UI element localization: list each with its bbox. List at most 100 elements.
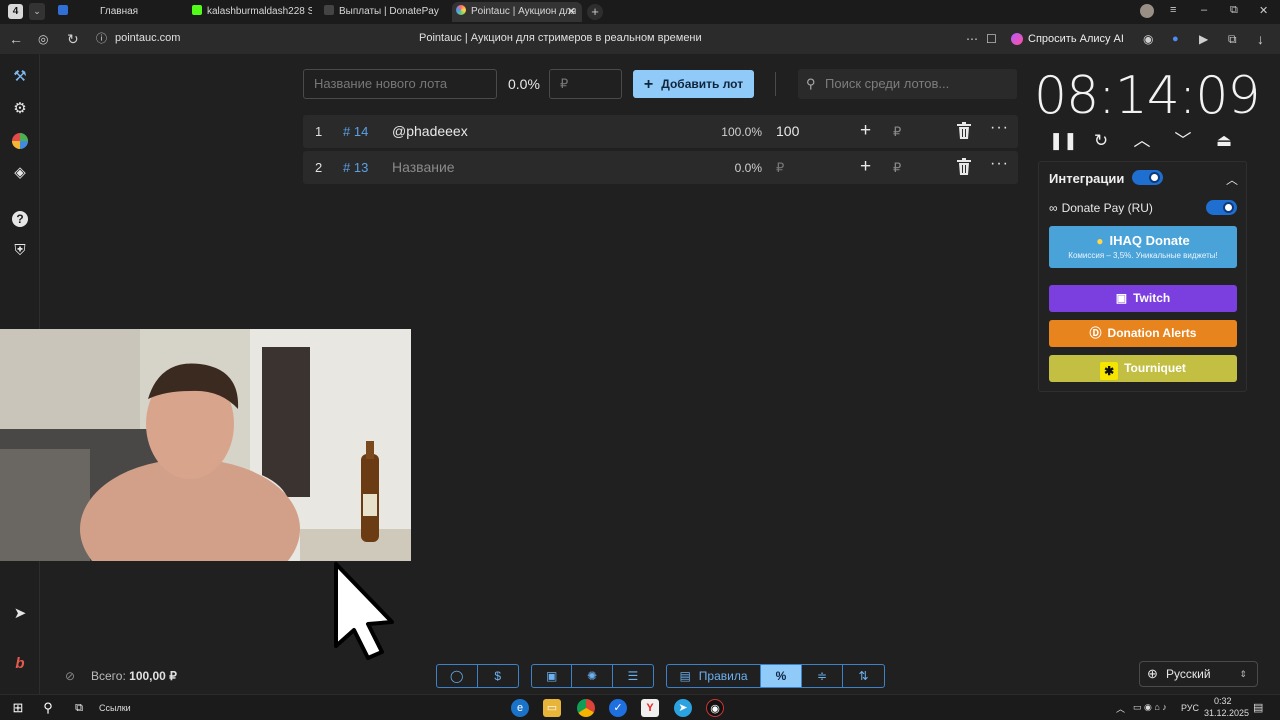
new-tab-button[interactable]: + <box>587 4 603 20</box>
increase-time-icon[interactable]: ︿ <box>1131 130 1153 152</box>
lot-row[interactable]: 1 # 14 @phadeeex 100.0% 100 + ₽ ··· <box>303 115 1018 148</box>
lot-index: 1 <box>315 124 323 139</box>
tray-chevron-icon[interactable]: ︿ <box>1116 702 1125 715</box>
profile-avatar[interactable] <box>1140 4 1154 18</box>
integrations-title: Интеграции <box>1049 171 1125 186</box>
bug-icon[interactable]: ✺ <box>572 665 613 687</box>
input-language[interactable]: РУС <box>1181 703 1199 713</box>
ihaq-donate-button[interactable]: ● IHAQ Donate Комиссия – 3,5%. Уникальные… <box>1049 226 1237 268</box>
lot-amount[interactable]: 100 <box>776 123 799 139</box>
obs-icon[interactable]: ◉ <box>706 699 724 717</box>
lot-name[interactable]: @phadeeex <box>392 123 468 139</box>
tab-count-badge[interactable]: 4 <box>8 4 23 19</box>
windows-start-icon[interactable]: ⊞ <box>9 699 27 717</box>
app-icon[interactable]: ✓ <box>609 699 627 717</box>
ask-alice-button[interactable]: Спросить Алису AI <box>1008 29 1130 49</box>
hide-eye-icon[interactable]: ⊘ <box>65 669 75 683</box>
delete-trash-icon[interactable] <box>957 122 971 139</box>
search-icon[interactable]: ⚲ <box>39 699 57 717</box>
language-select[interactable]: ⊕ Русский ⇕ <box>1139 661 1258 687</box>
rules-icon: ▤ <box>679 669 691 683</box>
tab-pointauc[interactable]: Pointauc | Аукцион для ✕ <box>452 2 582 22</box>
clear-list-icon[interactable]: ☰ <box>613 665 653 687</box>
twitch-button[interactable]: ▣ Twitch <box>1049 285 1237 312</box>
help-icon[interactable]: ? <box>10 209 30 229</box>
more-options-icon[interactable]: ··· <box>990 119 1009 137</box>
new-lot-amount-input[interactable]: ₽ <box>549 69 622 99</box>
donate-dollar-icon[interactable]: $ <box>478 665 519 687</box>
lot-search-input[interactable]: ⚲ Поиск среди лотов... <box>798 69 1017 99</box>
boosty-icon[interactable]: b <box>10 654 30 674</box>
alice-icon <box>1011 33 1023 45</box>
chrome-icon[interactable] <box>577 699 595 717</box>
clock-time[interactable]: 0:32 <box>1214 696 1232 706</box>
back-icon[interactable]: ← <box>9 31 23 47</box>
lot-amount[interactable]: ₽ <box>776 160 784 176</box>
wheel-icon[interactable] <box>10 131 30 151</box>
decrease-time-icon[interactable]: ﹀ <box>1172 130 1194 152</box>
url-field[interactable]: pointauc.com <box>115 32 180 44</box>
github-icon[interactable]: ◯ <box>437 665 478 687</box>
links-toolbar[interactable]: Ссылки <box>99 703 131 713</box>
settings-gear-icon[interactable]: ⚙ <box>10 99 30 119</box>
reset-icon[interactable]: ↻ <box>1090 130 1112 152</box>
download-icon[interactable]: ↓ <box>1257 31 1264 47</box>
add-amount-plus-icon[interactable]: + <box>860 120 871 142</box>
tab-close-icon[interactable]: ✕ <box>567 2 576 22</box>
compact-view-icon[interactable]: ≑ <box>802 665 843 687</box>
media-icon[interactable]: ▶ <box>1199 31 1208 47</box>
more-options-icon[interactable]: ⋯ <box>966 31 978 47</box>
translate-icon[interactable]: ◉ <box>1143 31 1153 47</box>
protect-icon[interactable]: ◎ <box>38 31 48 47</box>
integrations-toggle[interactable] <box>1132 170 1163 185</box>
donation-alerts-button[interactable]: Ⓓ Donation Alerts <box>1049 320 1237 347</box>
integrations-panel: Интеграции ︿ ∞ Donate Pay (RU) ● IHAQ Dona… <box>1038 161 1247 392</box>
rules-button[interactable]: ▤ Правила <box>667 665 761 687</box>
bookmark-icon[interactable]: ☐ <box>986 31 997 47</box>
tab-list-chevron-icon[interactable]: ⌄ <box>29 3 45 20</box>
tray-icons[interactable]: ▭ ◉ ⌂ ♪ <box>1133 702 1167 713</box>
collections-icon[interactable]: ⧉ <box>1228 31 1237 47</box>
edge-icon[interactable]: e <box>511 699 529 717</box>
reload-icon[interactable]: ↻ <box>67 31 79 47</box>
sort-icon[interactable]: ⇅ <box>843 665 884 687</box>
more-options-icon[interactable]: ··· <box>990 155 1009 173</box>
layers-icon[interactable]: ◈ <box>10 163 30 183</box>
collapse-chevron-icon[interactable]: ︿ <box>1226 171 1238 188</box>
shield-icon[interactable]: ⛨ <box>10 241 30 261</box>
minimize-icon[interactable]: – <box>1201 4 1207 16</box>
tab-donatepay[interactable]: Выплаты | DonatePay <box>320 2 448 22</box>
telegram-icon[interactable]: ➤ <box>674 699 692 717</box>
percent-toggle-icon[interactable]: % <box>761 665 802 687</box>
save-icon[interactable]: ▣ <box>532 665 573 687</box>
delete-trash-icon[interactable] <box>957 158 971 175</box>
extension-icon[interactable]: ● <box>1172 31 1179 47</box>
lot-row[interactable]: 2 # 13 Название 0.0% ₽ + ₽ ··· <box>303 151 1018 184</box>
close-window-icon[interactable]: ✕ <box>1259 4 1268 17</box>
divider <box>775 72 776 96</box>
add-lot-button[interactable]: + Добавить лот <box>633 70 754 98</box>
tourniquet-button[interactable]: ✱ Tourniquet <box>1049 355 1237 382</box>
clock-date[interactable]: 31.12.2025 <box>1204 708 1249 718</box>
site-info-icon[interactable]: ⓘ <box>96 31 107 47</box>
new-lot-name-input[interactable]: Название нового лота <box>303 69 497 99</box>
lot-percent: 100.0% <box>721 125 762 139</box>
currency-icon[interactable]: ₽ <box>893 124 901 140</box>
task-view-icon[interactable]: ⧉ <box>70 699 88 717</box>
add-amount-plus-icon[interactable]: + <box>860 156 871 178</box>
currency-icon[interactable]: ₽ <box>893 160 901 176</box>
menu-icon[interactable]: ≡ <box>1170 4 1176 16</box>
double-increase-icon[interactable]: ⏏ <box>1213 130 1235 152</box>
donate-pay-toggle[interactable] <box>1206 200 1237 215</box>
auction-hammer-icon[interactable]: ⚒ <box>10 67 30 87</box>
telegram-icon[interactable]: ➤ <box>10 604 30 624</box>
donate-pay-label: ∞ Donate Pay (RU) <box>1049 201 1153 215</box>
notifications-icon[interactable]: ▤ <box>1253 701 1263 714</box>
maximize-icon[interactable]: ⧉ <box>1230 4 1238 17</box>
pause-icon[interactable]: ❚❚ <box>1049 130 1078 152</box>
yandex-browser-icon[interactable]: Y <box>641 699 659 717</box>
explorer-icon[interactable]: ▭ <box>543 699 561 717</box>
lot-name[interactable]: Название <box>392 159 455 175</box>
tab-home[interactable]: Главная <box>54 2 184 22</box>
tab-kick[interactable]: kalashburmaldash228 Stre <box>188 2 312 22</box>
